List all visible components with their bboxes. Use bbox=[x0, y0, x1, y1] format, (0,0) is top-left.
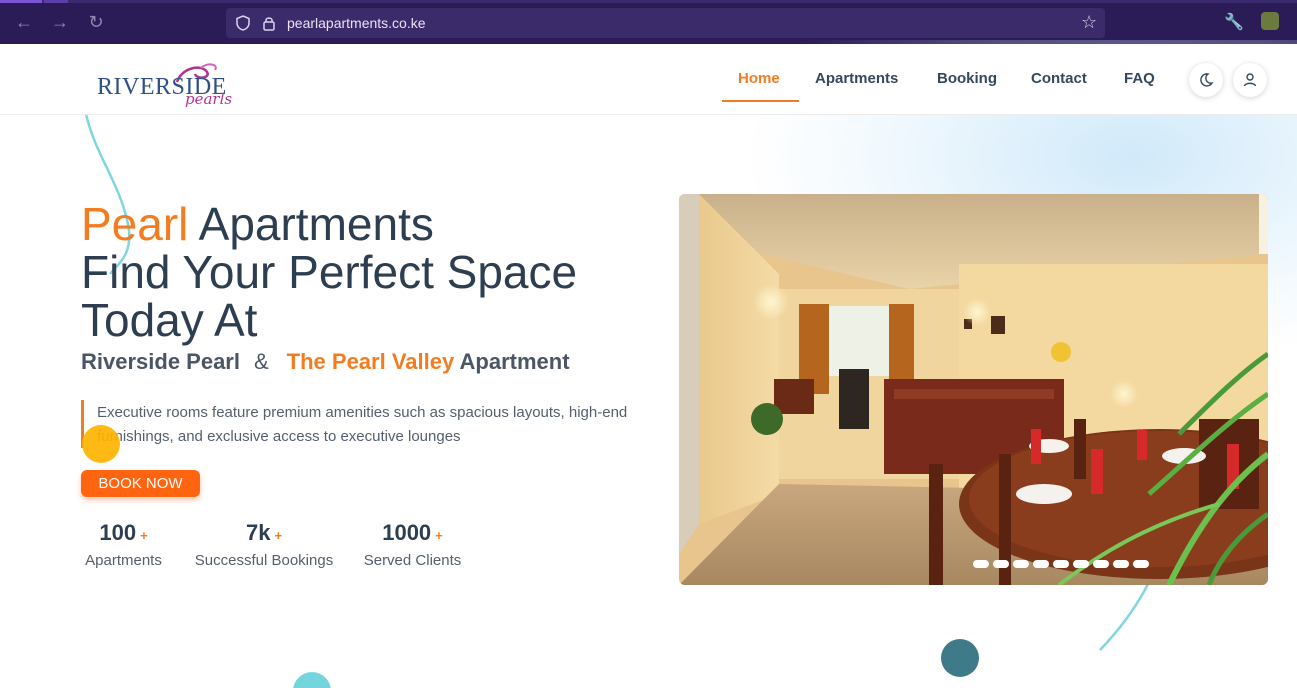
stat-value: 7k bbox=[245, 520, 271, 545]
nav-active-underline bbox=[722, 100, 799, 102]
hero-description: Executive rooms feature premium amenitie… bbox=[97, 404, 628, 445]
site-header: RIVERSIDE pearls Home Apartments Booking… bbox=[0, 44, 1297, 115]
dark-mode-toggle[interactable] bbox=[1189, 63, 1223, 97]
extension-icon[interactable] bbox=[1261, 12, 1279, 30]
moon-icon bbox=[1200, 73, 1214, 87]
stat-label: Successful Bookings bbox=[194, 552, 334, 569]
stat-plus: + bbox=[435, 528, 443, 543]
slider-dot[interactable] bbox=[1053, 560, 1069, 568]
hero-sub-valley: The Pearl Valley bbox=[286, 349, 455, 374]
hero-sub-apartment: Apartment bbox=[459, 349, 570, 374]
hero-title-line1: Apartments bbox=[188, 198, 434, 250]
shield-icon bbox=[236, 15, 250, 31]
hero-title-line3: Today At bbox=[81, 294, 258, 346]
url-text: pearlapartments.co.ke bbox=[287, 15, 426, 31]
wrench-icon[interactable]: 🔧 bbox=[1224, 12, 1244, 32]
nav-faq[interactable]: FAQ bbox=[1124, 70, 1155, 87]
slider-dot[interactable] bbox=[1013, 560, 1029, 568]
stat-value: 1000 bbox=[382, 520, 432, 545]
apartment-interior-photo bbox=[679, 194, 1268, 585]
stat-apartments: 100 + Apartments bbox=[81, 520, 166, 569]
slider-dot[interactable] bbox=[993, 560, 1009, 568]
logo-sub-text: pearls bbox=[185, 90, 233, 108]
book-now-button[interactable]: BOOK NOW bbox=[81, 470, 200, 497]
slider-dot[interactable] bbox=[1113, 560, 1129, 568]
hero-sub-amp: & bbox=[253, 349, 269, 374]
slider-dot[interactable] bbox=[973, 560, 989, 568]
stat-plus: + bbox=[274, 528, 283, 543]
forward-icon[interactable]: → bbox=[50, 12, 70, 32]
user-account-button[interactable] bbox=[1233, 63, 1267, 97]
slider-dots bbox=[973, 560, 1149, 568]
decorative-cyan-circle bbox=[293, 672, 331, 688]
slider-dot[interactable] bbox=[1073, 560, 1089, 568]
hero-sub-riverside: Riverside Pearl bbox=[81, 349, 240, 374]
hero-title-line2: Find Your Perfect Space bbox=[81, 246, 578, 298]
lock-icon bbox=[263, 17, 275, 31]
hero-image-slider[interactable] bbox=[679, 194, 1268, 585]
slider-dot[interactable] bbox=[1133, 560, 1149, 568]
stat-label: Served Clients bbox=[363, 552, 462, 569]
address-bar[interactable]: pearlapartments.co.ke ☆ bbox=[226, 8, 1105, 38]
stat-value: 100 bbox=[99, 520, 137, 545]
stat-plus: + bbox=[140, 528, 148, 543]
bookmark-star-icon[interactable]: ☆ bbox=[1081, 12, 1097, 33]
nav-home[interactable]: Home bbox=[738, 70, 780, 87]
stat-label: Apartments bbox=[85, 552, 162, 569]
hero-subtitle: Riverside Pearl & The Pearl Valley Apartme… bbox=[81, 349, 570, 375]
nav-apartments[interactable]: Apartments bbox=[815, 70, 898, 87]
nav-booking[interactable]: Booking bbox=[937, 70, 997, 87]
decorative-teal-circle bbox=[941, 639, 979, 677]
logo[interactable]: RIVERSIDE pearls bbox=[97, 62, 247, 112]
back-icon[interactable]: ← bbox=[14, 12, 34, 32]
browser-toolbar: ← → ↻ pearlapartments.co.ke ☆ 🔧 bbox=[0, 0, 1297, 44]
slider-dot[interactable] bbox=[1093, 560, 1109, 568]
reload-icon[interactable]: ↻ bbox=[86, 12, 106, 32]
hero-title: Pearl Apartments Find Your Perfect Space… bbox=[81, 200, 577, 344]
stat-bookings: 7k + Successful Bookings bbox=[190, 520, 338, 569]
hero-title-accent: Pearl bbox=[81, 198, 189, 250]
nav-contact[interactable]: Contact bbox=[1031, 70, 1087, 87]
tab-strip bbox=[0, 0, 1297, 3]
user-icon bbox=[1243, 73, 1257, 87]
decorative-orange-circle bbox=[82, 425, 120, 463]
stat-clients: 1000 + Served Clients bbox=[361, 520, 464, 569]
slider-dot[interactable] bbox=[1033, 560, 1049, 568]
